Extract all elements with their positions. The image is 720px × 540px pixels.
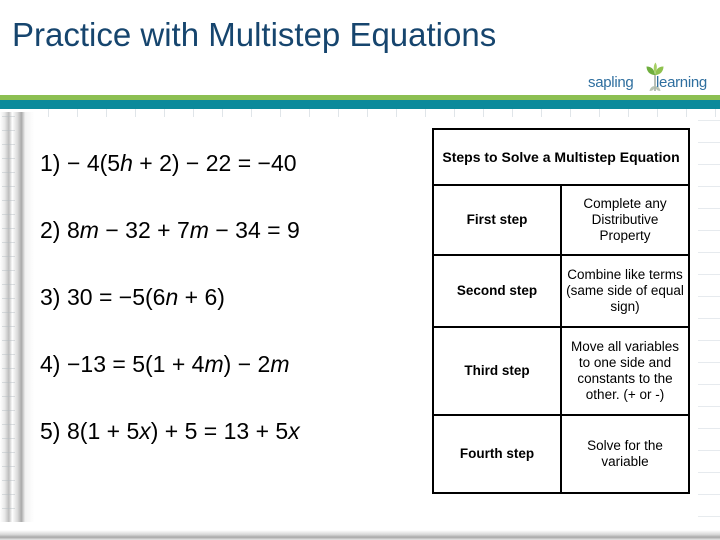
table-header-title: Steps to Solve a Multistep Equation [432,128,690,186]
equation-expression: − 4(5h + 2) − 22 = −40 [67,150,297,176]
step-label: Fourth step [432,414,562,494]
equation-number: 2) [40,217,61,243]
equation-row: 5) 8(1 + 5x) + 5 = 13 + 5x [40,418,410,485]
step-label: First step [432,184,562,256]
logo-word-learning: learning [656,74,707,91]
equation-number: 5) [40,418,61,444]
bottom-edge-shading [0,526,720,540]
equation-row: 2) 8m − 32 + 7m − 34 = 9 [40,217,410,284]
teal-divider-bar [0,100,720,109]
equation-row: 1) − 4(5h + 2) − 22 = −40 [40,150,410,217]
right-faint-rules [696,120,720,520]
step-description: Move all variables to one side and const… [560,326,690,416]
equation-expression: 8(1 + 5x) + 5 = 13 + 5x [67,418,300,444]
equation-expression: 8m − 32 + 7m − 34 = 9 [67,217,300,243]
equation-row: 4) −13 = 5(1 + 4m) − 2m [40,351,410,418]
equation-number: 3) [40,284,61,310]
step-description: Complete any Distributive Property [560,184,690,256]
step-label: Third step [432,326,562,416]
sapling-learning-logo: sapling learning [588,62,716,94]
equation-expression: −13 = 5(1 + 4m) − 2m [67,351,290,377]
table-row: Fourth step Solve for the variable [432,414,690,494]
step-description: Solve for the variable [560,414,690,494]
table-row: Third step Move all variables to one side… [432,326,690,416]
step-description: Combine like terms (same side of equal s… [560,254,690,328]
equation-number: 1) [40,150,61,176]
logo-word-sapling: sapling [588,74,634,91]
slide-header: Practice with Multistep Equations saplin… [0,0,720,106]
equation-list: 1) − 4(5h + 2) − 22 = −40 2) 8m − 32 + 7m −… [40,150,410,485]
equation-number: 4) [40,351,61,377]
slide: Practice with Multistep Equations saplin… [0,0,720,540]
top-ruler-ticks [0,109,720,119]
page-title: Practice with Multistep Equations [12,16,497,53]
equation-row: 3) 30 = −5(6n + 6) [40,284,410,351]
left-ruler-ticks [2,116,16,516]
table-row: Second step Combine like terms (same side… [432,254,690,328]
step-label: Second step [432,254,562,328]
equation-expression: 30 = −5(6n + 6) [67,284,225,310]
steps-to-solve-table: Steps to Solve a Multistep Equation Firs… [432,128,690,494]
table-row: First step Complete any Distributive Prop… [432,184,690,256]
table-header-row: Steps to Solve a Multistep Equation [432,128,690,186]
